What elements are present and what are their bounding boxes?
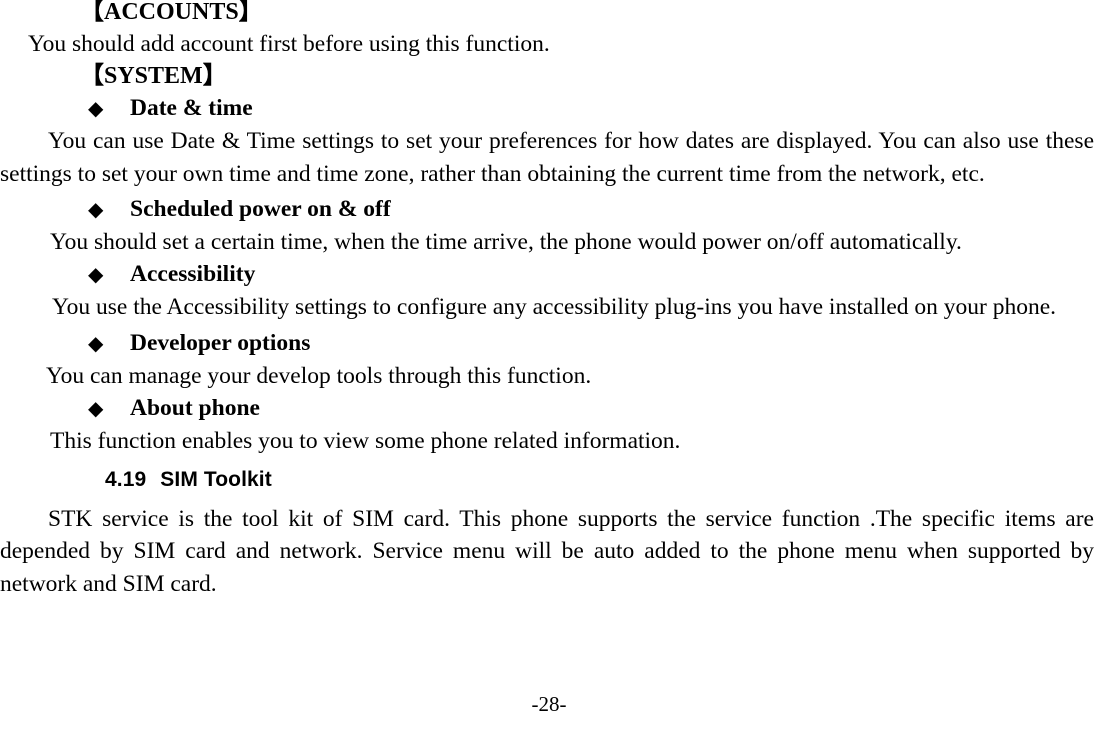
diamond-bullet-icon: ◆ (88, 332, 104, 355)
bullet-label-date-time: Date & time (130, 95, 253, 121)
paragraph-scheduled-power-body: You should set a certain time, when the … (50, 229, 962, 255)
diamond-bullet-icon: ◆ (88, 397, 104, 420)
bullet-label-developer-options: Developer options (130, 329, 311, 356)
document-page: 【ACCOUNTS】 You should add account first … (0, 0, 1098, 737)
paragraph-developer-options-body: You can manage your develop tools throug… (46, 362, 592, 389)
diamond-bullet-icon: ◆ (88, 199, 104, 221)
bullet-item-accessibility: ◆ Accessibility (0, 258, 1098, 291)
section-number: 4.19 (105, 467, 147, 491)
bullet-item-developer-options: ◆ Developer options (0, 327, 1098, 360)
paragraph-accounts-body: You should add account first before usin… (28, 31, 550, 57)
page-number-footer: -28- (531, 692, 567, 716)
bullet-label-scheduled-power: Scheduled power on & off (130, 196, 391, 222)
paragraph-about-phone-body: This function enables you to view some p… (50, 427, 681, 454)
section-title: SIM Toolkit (160, 467, 272, 491)
heading-system: 【SYSTEM】 (80, 63, 227, 89)
bullet-label-about-phone: About phone (130, 394, 260, 421)
bullet-item-date-time: ◆ Date & time (0, 92, 1098, 125)
diamond-bullet-icon: ◆ (88, 98, 104, 120)
paragraph-accessibility-body: You use the Accessibility settings to co… (52, 294, 1057, 320)
diamond-bullet-icon: ◆ (88, 264, 104, 286)
document-content: 【ACCOUNTS】 You should add account first … (0, 0, 1098, 600)
bullet-label-accessibility: Accessibility (130, 261, 256, 287)
paragraph-sim-toolkit-body: STK service is the tool kit of SIM card.… (0, 505, 1094, 597)
heading-accounts: 【ACCOUNTS】 (80, 0, 263, 25)
section-heading-sim-toolkit: 4.19 SIM Toolkit (0, 463, 1098, 497)
bullet-item-about-phone: ◆ About phone (0, 392, 1098, 425)
paragraph-date-time-body: You can use Date & Time settings to set … (0, 128, 1094, 187)
bullet-item-scheduled-power: ◆ Scheduled power on & off (0, 193, 1098, 226)
